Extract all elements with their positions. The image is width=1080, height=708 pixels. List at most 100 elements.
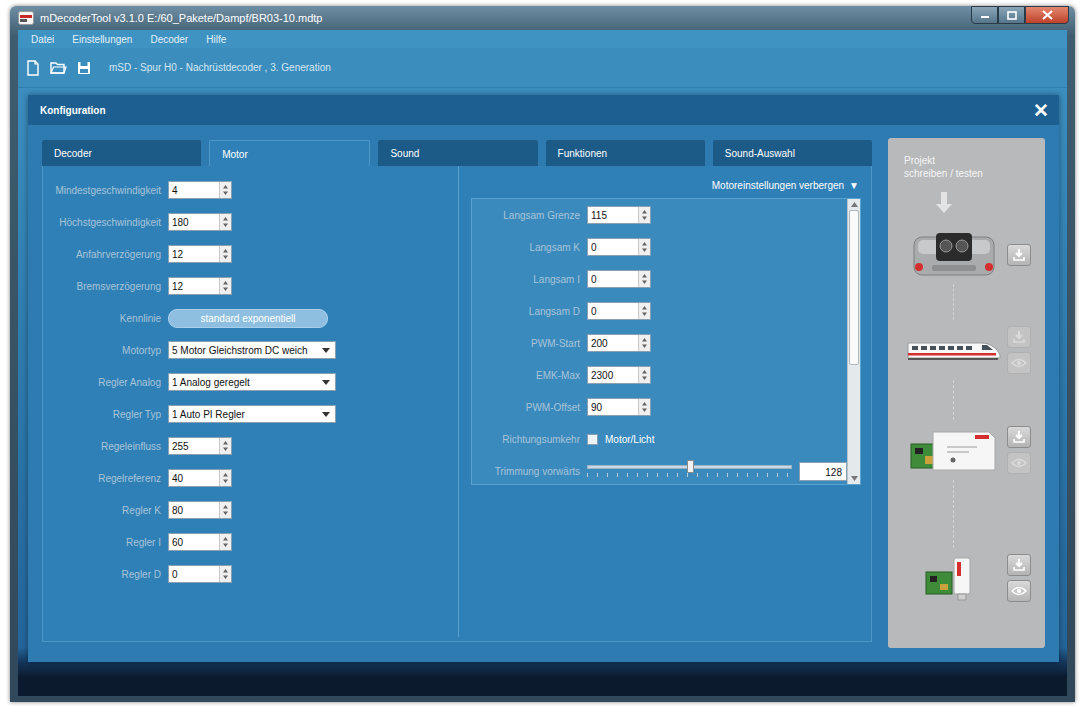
tab[interactable]: Decoder [42, 140, 201, 166]
save-icon[interactable] [77, 61, 91, 75]
field-row: Langsam D0 [474, 295, 847, 327]
number-input[interactable]: 0 [168, 565, 232, 583]
spinner-icon[interactable] [219, 278, 231, 294]
tab[interactable]: Funktionen [546, 140, 705, 166]
number-input[interactable]: 180 [168, 213, 232, 231]
spinner-icon[interactable] [638, 271, 650, 287]
number-input[interactable]: 0 [587, 238, 651, 256]
number-input[interactable]: 115 [587, 206, 651, 224]
scrollbar[interactable] [847, 199, 860, 484]
motor-settings-panel: Langsam Grenze115Langsam K0Langsam I0Lan… [471, 198, 861, 485]
dialog-body: Decoder Motor Sound Funktionen Sound-Auswahl… [28, 125, 1059, 662]
scroll-thumb[interactable] [849, 210, 859, 365]
tab[interactable]: Motor [209, 140, 370, 166]
spinner-icon[interactable] [638, 335, 650, 351]
spinner-icon[interactable] [219, 502, 231, 518]
tab-label: Decoder [54, 148, 92, 159]
device-connector [953, 480, 1037, 548]
field-label: Anfahrverzögerung [43, 247, 161, 262]
scroll-up-button[interactable] [848, 199, 860, 210]
new-file-icon[interactable] [26, 60, 40, 76]
number-input[interactable]: 255 [168, 437, 232, 455]
device-connector [953, 218, 1037, 226]
scroll-down-icon [851, 476, 858, 481]
tab-bar: Decoder Motor Sound Funktionen Sound-Auswahl [42, 140, 872, 166]
workspace: Konfiguration✕DecoderMotorSoundFunktione… [18, 88, 1067, 696]
number-input[interactable]: 90 [587, 398, 651, 416]
spinner-icon[interactable] [638, 207, 650, 223]
dropdown[interactable]: 5 Motor Gleichstrom DC weich [168, 341, 336, 359]
toggle-label: Motoreinstellungen verbergen [712, 178, 844, 193]
menu-item[interactable]: Datei [22, 32, 63, 47]
scroll-down-button[interactable] [848, 473, 860, 484]
write-button[interactable] [1007, 554, 1031, 576]
curve-button[interactable]: standard exponentiell [168, 309, 328, 328]
slider-track[interactable] [587, 465, 792, 469]
open-folder-icon[interactable] [50, 61, 67, 75]
checkbox[interactable] [587, 434, 598, 445]
field-value: 80 [172, 503, 183, 518]
menu-item[interactable]: Decoder [141, 32, 197, 47]
project-name: mSD - Spur H0 - Nachrüstdecoder , 3. Gen… [109, 60, 331, 75]
field-label: PWM-Start [474, 336, 580, 351]
spinner-icon[interactable] [219, 246, 231, 262]
programmer-icon [904, 426, 1004, 474]
maximize-button[interactable] [998, 6, 1025, 24]
motor-settings-toggle[interactable]: Motoreinstellungen verbergen▼ [471, 178, 861, 193]
tab[interactable]: Sound-Auswahl [713, 140, 872, 166]
spinner-icon[interactable] [219, 214, 231, 230]
spinner-icon[interactable] [219, 470, 231, 486]
dropdown-arrow-icon [322, 380, 330, 385]
menu-item[interactable]: Einstellungen [63, 32, 141, 47]
field-label: Langsam Grenze [474, 208, 580, 223]
slider-value[interactable]: 128 [799, 462, 847, 481]
number-input[interactable]: 0 [587, 302, 651, 320]
dropdown[interactable]: 1 Analog geregelt [168, 373, 336, 391]
number-input[interactable]: 40 [168, 469, 232, 487]
number-input[interactable]: 4 [168, 181, 232, 199]
field-row: Anfahrverzögerung 12 [43, 238, 458, 270]
spinner-icon[interactable] [219, 566, 231, 582]
spinner-icon[interactable] [638, 303, 650, 319]
close-window-button[interactable] [1025, 6, 1069, 24]
field-label: Regler K [43, 503, 161, 518]
minimize-button[interactable] [971, 6, 998, 24]
scroll-track[interactable] [848, 210, 860, 473]
spinner-icon[interactable] [638, 367, 650, 383]
field-label: Kennlinie [43, 311, 161, 326]
number-input[interactable]: 200 [587, 334, 651, 352]
number-input[interactable]: 12 [168, 245, 232, 263]
field-row: Langsam I0 [474, 263, 847, 295]
number-input[interactable]: 2300 [587, 366, 651, 384]
dropdown-arrow-icon [322, 348, 330, 353]
field-row: Trimmung vorwärts 128 [474, 455, 847, 485]
field-label: Trimmung vorwärts [474, 464, 580, 479]
device-row [904, 548, 1037, 608]
slider-thumb[interactable] [687, 460, 694, 473]
dialog-close-button[interactable]: ✕ [1033, 101, 1049, 120]
download-icon[interactable] [1012, 430, 1026, 444]
field-row: Kennlinie standard exponentiell [43, 302, 458, 334]
tab[interactable]: Sound [378, 140, 537, 166]
download-icon[interactable] [1012, 248, 1026, 262]
spinner-icon[interactable] [219, 534, 231, 550]
number-input[interactable]: 60 [168, 533, 232, 551]
number-input[interactable]: 80 [168, 501, 232, 519]
slider[interactable] [587, 465, 792, 477]
menu-item[interactable]: Hilfe [197, 32, 235, 47]
download-icon[interactable] [1012, 558, 1026, 572]
spinner-icon[interactable] [638, 399, 650, 415]
field-value: 0 [591, 272, 597, 287]
stick-icon [904, 554, 1004, 602]
write-button[interactable] [1007, 426, 1031, 448]
dropdown[interactable]: 1 Auto PI Regler [168, 405, 336, 423]
scroll-up-icon [851, 202, 858, 207]
write-button[interactable] [1007, 244, 1031, 266]
eye-icon[interactable] [1011, 586, 1027, 596]
test-button[interactable] [1007, 580, 1031, 602]
spinner-icon[interactable] [638, 239, 650, 255]
number-input[interactable]: 12 [168, 277, 232, 295]
spinner-icon[interactable] [219, 438, 231, 454]
number-input[interactable]: 0 [587, 270, 651, 288]
spinner-icon[interactable] [219, 182, 231, 198]
